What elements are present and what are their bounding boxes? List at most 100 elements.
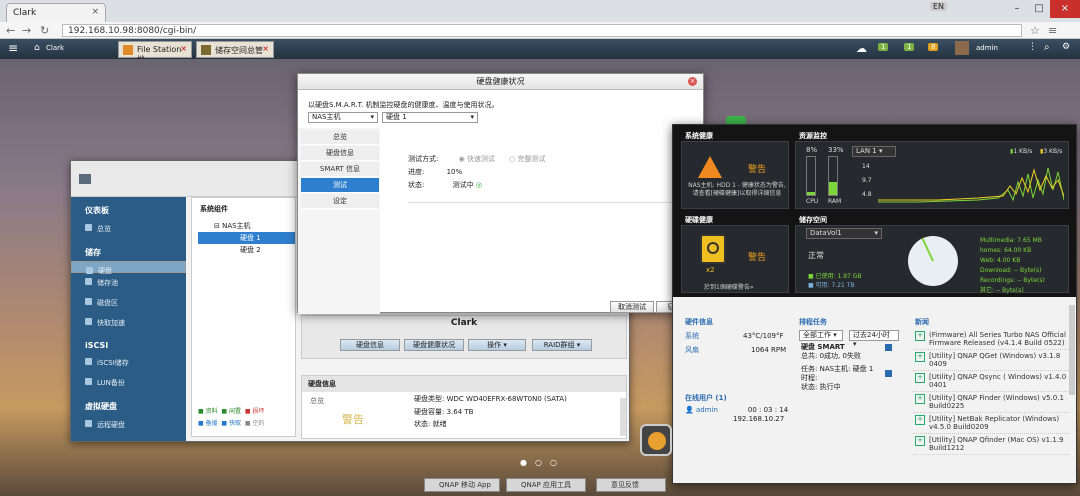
taskbar-feedback[interactable]: 意见反馈 [596, 478, 666, 492]
full-test-radio[interactable]: ○ 完整测试 [509, 155, 545, 163]
scrollbar[interactable] [620, 398, 626, 436]
share-usage-list: Multimedia: 7.65 MB homes: 64.00 KB Web: 4… [980, 237, 1045, 294]
lan-rx: ▮1 KB/s [1010, 148, 1033, 155]
disk-info-button[interactable]: 硬盘信息 [340, 339, 400, 351]
disk-capacity-value: 3.64 TB [446, 407, 474, 416]
account-badge[interactable]: EN [930, 2, 948, 11]
sidebar-item-cache[interactable]: 快取加速 [71, 313, 186, 333]
home-icon[interactable]: ⌂ [34, 43, 40, 53]
host-label: Clark [450, 318, 478, 328]
taskbar-utilities[interactable]: QNAP 应用工具 [506, 478, 586, 492]
storage-panel[interactable]: DataVol1 ▾ 正常 ■ 已使用: 1.97 GB ■ 可用: 7.21 TB… [795, 225, 1069, 294]
legend-data: ■ 资料 [198, 408, 218, 415]
tree-root[interactable]: ⊟ NAS主机 [192, 220, 295, 232]
browser-tab[interactable]: Clark × [6, 3, 106, 22]
address-input[interactable]: 192.168.10.98:8080/cgi-bin/ [62, 24, 1022, 37]
menu-smart-info[interactable]: SMART 信息 [301, 162, 379, 177]
star-icon[interactable]: ☆ [1030, 24, 1040, 37]
dialog-menu: 总览 硬盘信息 SMART 信息 测试 设定 [298, 128, 380, 314]
sidebar-item-overview[interactable]: 总览 [71, 219, 186, 239]
news-item[interactable]: [Utility] QNAP Qsync ( Windows) v1.4.0 0… [913, 371, 1069, 392]
qnap-top-bar: ≡ ⌂ Clark File Station 档...× 储存空间总管× ☁ 1… [0, 39, 1080, 64]
back-icon[interactable]: ← [6, 24, 15, 37]
disk-health-panel[interactable]: x2 警告 於到1個硬碟警告» [681, 225, 789, 293]
sidebar-heading: iSCSI [85, 341, 109, 350]
quick-test-radio[interactable]: ◉ 快速测试 [459, 155, 495, 163]
resource-monitor-panel[interactable]: 8% 33% CPU RAM LAN 1 ▾ ▮1 KB/s ▮3 KB/s 1… [795, 141, 1069, 209]
event-badge[interactable]: 8 [928, 43, 939, 51]
sidebar-item-disks[interactable]: 硬盘 [71, 261, 186, 275]
dashboard-gauge-icon[interactable] [640, 424, 672, 456]
system-message: NAS主机: HDD 1 - 健康状态为警告,请查看[硬碟健康]以取得详细信息 [688, 182, 786, 197]
menu-icon[interactable]: ≡ [1048, 24, 1057, 37]
taskbar-mobile-app[interactable]: QNAP 移动 App [424, 478, 500, 492]
close-window-icon[interactable]: × [1050, 0, 1080, 18]
disk-message[interactable]: 於到1個硬碟警告» [704, 282, 754, 291]
forward-icon[interactable]: → [22, 24, 31, 37]
sidebar-item-volumes[interactable]: 磁盘区 [71, 293, 186, 313]
menu-overview[interactable]: 总览 [301, 130, 379, 145]
time-filter-select[interactable]: 过去24小时 ▾ [849, 330, 899, 348]
progress-value: 10% [446, 168, 463, 176]
notification-badge[interactable]: 1 [904, 43, 915, 51]
news-item[interactable]: [Utility] NetBak Replicator (Windows) v4… [913, 413, 1069, 434]
maximize-icon[interactable]: □ [1028, 0, 1050, 18]
volume-select[interactable]: DataVol1 ▾ [806, 228, 882, 239]
sidebar-item-pools[interactable]: 储存池 [71, 273, 186, 293]
storage-title: 储存空间 [799, 216, 827, 224]
dashboard-window: 系统健康 警告 NAS主机: HDD 1 - 健康状态为警告,请查看[硬碟健康]… [672, 124, 1077, 484]
task-badge[interactable]: 1 [878, 43, 889, 51]
search-icon[interactable]: ⌕ [1044, 42, 1050, 53]
smart-task: 硬盘 SMART 总共: 0成功, 0失败 [801, 343, 861, 360]
close-icon[interactable]: × [688, 77, 697, 86]
sidebar-item-lun-backup[interactable]: LUN备份 [71, 373, 186, 393]
tree-item-disk2[interactable]: 硬盘 2 [192, 244, 295, 256]
settings-icon[interactable]: ⚙ [1062, 42, 1070, 52]
dialog-description: 以硬盘S.M.A.R.T. 机制监控硬盘的健康度、温度与使用状况。 [308, 101, 499, 109]
main-menu-icon[interactable]: ≡ [8, 41, 18, 55]
page-dots[interactable]: ●○○ [520, 458, 565, 467]
menu-disk-info[interactable]: 硬盘信息 [301, 146, 379, 161]
menu-test[interactable]: 测试 [301, 178, 379, 193]
legend-empty: ■ 空的 [244, 420, 265, 427]
task-filter-select[interactable]: 全部工作 ▾ [799, 330, 843, 341]
browser-tab-bar: Clark × EN – □ × [0, 0, 1080, 22]
news-item[interactable]: [Utility] QNAP Finder (Windows) v5.0.1 B… [913, 392, 1069, 413]
minimize-icon[interactable]: – [1006, 0, 1028, 18]
expand-icon[interactable] [885, 344, 892, 351]
system-health-panel[interactable]: 警告 NAS主机: HDD 1 - 健康状态为警告,请查看[硬碟健康]以取得详细… [681, 141, 789, 209]
legend: ■ 资料 ■ 闲置 ■ 损坏 ■ 备援 ■ 快取 ■ 空的 [198, 406, 298, 430]
cancel-test-button[interactable]: 取消测试 [610, 301, 654, 313]
more-icon[interactable]: ⋮ [1028, 42, 1037, 52]
sidebar-item-iscsi[interactable]: iSCSI储存 [71, 353, 186, 373]
scrollbar[interactable] [1069, 305, 1075, 395]
disk-type-value: WDC WD40EFRX-68WT0N0 (SATA) [446, 395, 567, 403]
cloud-icon[interactable]: ☁ [856, 42, 867, 55]
news-item[interactable]: (Firmware) All Series Turbo NAS Official… [913, 329, 1069, 350]
volume-usage: ■ 已使用: 1.97 GB ■ 可用: 7.21 TB [808, 273, 862, 289]
online-user-row: 👤 admin 00 : 03 : 14 192.168.10.27 [685, 406, 789, 423]
tab-storage-manager[interactable]: 储存空间总管 × [196, 41, 274, 58]
news-item[interactable]: [Utility] QNAP QGet (Windows) v3.1.8 040… [913, 350, 1069, 371]
tree-item-disk1[interactable]: 硬盘 1 [198, 232, 295, 244]
raid-group-dropdown[interactable]: RAID群组 ▾ [532, 339, 592, 351]
scheduled-tasks-title: 排程任务 [799, 318, 827, 326]
tab-file-station[interactable]: File Station 档...× [118, 41, 192, 64]
legend-spare: ■ 备援 [198, 420, 218, 427]
disk-info-title: 硬盘信息 [302, 376, 626, 392]
disk-health-button[interactable]: 硬盘健康状况 [404, 339, 464, 351]
warning-icon [698, 156, 722, 178]
lan-select[interactable]: LAN 1 ▾ [852, 146, 896, 157]
reload-icon[interactable]: ↻ [40, 24, 49, 37]
avatar[interactable] [955, 41, 969, 55]
user-name[interactable]: admin [976, 44, 998, 52]
close-tab-icon[interactable]: × [91, 7, 99, 17]
nas-select[interactable]: NAS主机 ▾ [308, 112, 378, 123]
sidebar-item-remote-disk[interactable]: 远程硬盘 [71, 415, 186, 435]
menu-settings[interactable]: 设定 [301, 194, 379, 209]
overview-tab[interactable]: 总览 [310, 396, 324, 406]
expand-icon[interactable] [885, 370, 892, 377]
disk-select[interactable]: 硬盘 1 ▾ [382, 112, 478, 123]
action-dropdown[interactable]: 操作 ▾ [468, 339, 526, 351]
news-item[interactable]: [Utility] QNAP Qfinder (Mac OS) v1.1.9 B… [913, 434, 1069, 455]
